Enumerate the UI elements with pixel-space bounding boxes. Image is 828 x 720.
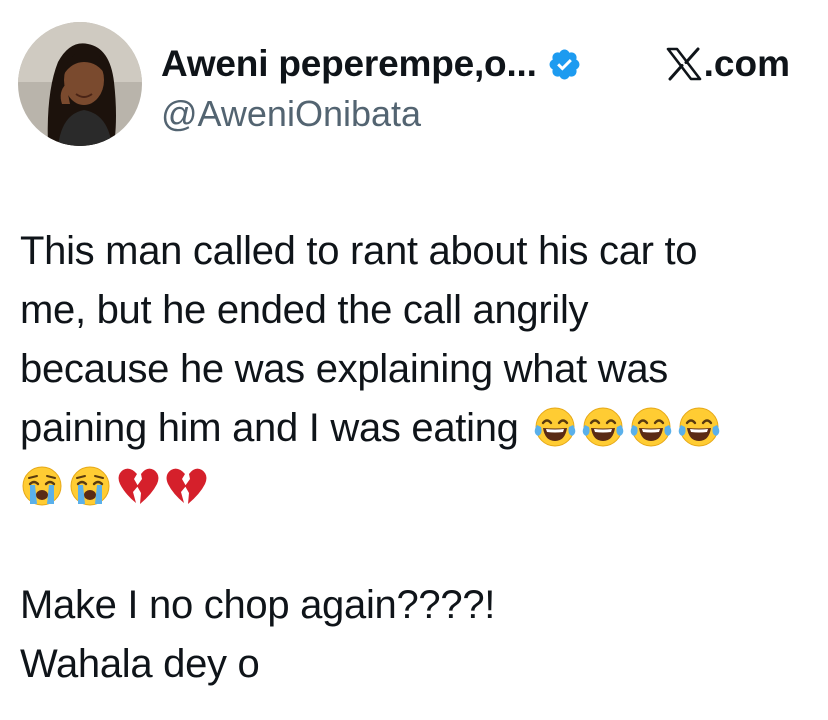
tweet-text: This man called to rant about his car to… <box>20 222 810 694</box>
tweet-line-with-emojis: paining him and I was eating <box>20 399 810 458</box>
source-site[interactable]: .com <box>666 40 790 88</box>
tears-of-joy-emoji <box>677 405 721 449</box>
avatar[interactable] <box>18 22 142 146</box>
tears-of-joy-emoji <box>629 405 673 449</box>
avatar-photo <box>18 22 142 146</box>
author-handle[interactable]: @AweniOnibata <box>161 93 421 135</box>
author-name-row[interactable]: Aweni peperempe,o... <box>161 40 582 88</box>
tweet-line: Wahala dey o <box>20 642 260 686</box>
tweet-line: Make I no chop again????! <box>20 583 496 627</box>
broken-heart-emoji <box>116 464 160 508</box>
tweet-card: Aweni peperempe,o... .com @AweniOnibata … <box>0 0 828 720</box>
verified-badge-icon <box>549 49 580 79</box>
tears-of-joy-emoji <box>533 405 577 449</box>
tweet-line: me, but he ended the call angrily <box>20 288 589 332</box>
emoji-line <box>20 458 810 517</box>
broken-heart-emoji <box>164 464 208 508</box>
x-logo-icon <box>666 47 701 81</box>
tears-of-joy-emoji <box>581 405 625 449</box>
tweet-line: because he was explaining what was <box>20 347 668 391</box>
loudly-crying-emoji <box>20 464 64 508</box>
loudly-crying-emoji <box>68 464 112 508</box>
tweet-line-text: paining him and I was eating <box>20 406 519 450</box>
source-site-label: .com <box>703 43 790 84</box>
display-name[interactable]: Aweni peperempe,o... <box>161 43 537 85</box>
tweet-line: This man called to rant about his car to <box>20 229 698 273</box>
